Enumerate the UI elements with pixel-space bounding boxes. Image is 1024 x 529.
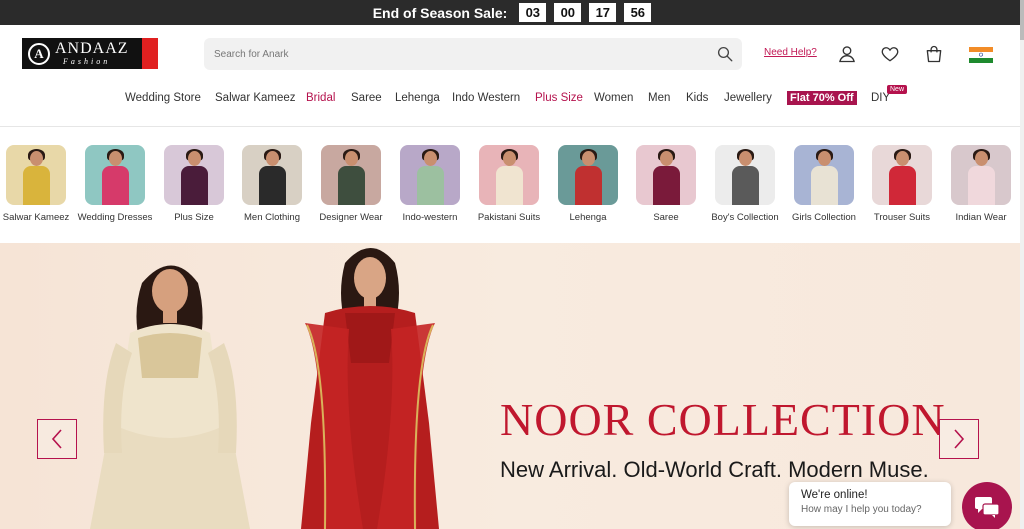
category-thumbnail <box>794 145 854 205</box>
main-navigation: Wedding Store Salwar Kameez Bridal Saree… <box>0 91 1024 110</box>
user-icon[interactable] <box>837 44 857 64</box>
category-label: Men Clothing <box>244 212 300 223</box>
nav-wedding-store[interactable]: Wedding Store <box>125 92 201 104</box>
nav-flat-70-off[interactable]: Flat 70% Off <box>787 91 857 105</box>
category-item[interactable]: Designer Wear <box>311 145 391 223</box>
chat-subtitle: How may I help you today? <box>801 504 922 515</box>
category-item[interactable]: Lehenga <box>548 145 628 223</box>
category-item[interactable]: Pakistani Suits <box>469 145 549 223</box>
category-thumbnail <box>715 145 775 205</box>
logo-name: ANDAAZ <box>55 40 129 57</box>
category-label: Lehenga <box>569 212 607 223</box>
brand-logo[interactable]: A ANDAAZ Fashion <box>22 38 158 69</box>
nav-bridal[interactable]: Bridal <box>306 92 335 104</box>
timer-days: 03 <box>519 3 547 22</box>
category-thumbnail <box>85 145 145 205</box>
chevron-right-icon <box>954 429 965 449</box>
nav-lehenga[interactable]: Lehenga <box>395 92 440 104</box>
category-label: Boy's Collection <box>711 212 779 223</box>
category-label: Saree <box>653 212 679 223</box>
category-item[interactable]: Indian Wear <box>941 145 1021 223</box>
india-flag-icon[interactable] <box>969 47 993 63</box>
category-thumbnail <box>872 145 932 205</box>
nav-women[interactable]: Women <box>594 92 633 104</box>
chat-greeting-bubble[interactable]: We're online! How may I help you today? <box>789 482 951 526</box>
category-thumbnail <box>400 145 460 205</box>
hero-model-image-right <box>301 248 439 529</box>
category-label: Wedding Dresses <box>77 212 153 223</box>
category-item[interactable]: Boy's Collection <box>705 145 785 223</box>
nav-kids[interactable]: Kids <box>686 92 708 104</box>
category-thumbnail <box>321 145 381 205</box>
timer-minutes: 17 <box>589 3 617 22</box>
hero-title: NOOR COLLECTION <box>500 394 946 445</box>
chevron-left-icon <box>51 429 62 449</box>
sale-label: End of Season Sale: <box>372 4 508 21</box>
category-label: Trouser Suits <box>873 212 931 223</box>
page-scrollbar[interactable] <box>1020 0 1024 529</box>
category-thumbnail <box>558 145 618 205</box>
category-label: Indo-western <box>402 212 458 223</box>
chat-icon <box>975 497 1000 518</box>
category-thumbnail <box>636 145 696 205</box>
search-input[interactable] <box>214 48 694 60</box>
hero-model-image-left <box>90 265 250 529</box>
chat-title: We're online! <box>801 489 868 501</box>
category-item[interactable]: Girls Collection <box>784 145 864 223</box>
category-item[interactable]: Saree <box>626 145 706 223</box>
nav-saree[interactable]: Saree <box>351 92 382 104</box>
category-thumbnail <box>164 145 224 205</box>
category-label: Girls Collection <box>792 212 856 223</box>
search-icon[interactable] <box>716 45 734 63</box>
nav-salwar-kameez[interactable]: Salwar Kameez <box>215 92 296 104</box>
category-label: Indian Wear <box>955 212 1007 223</box>
sale-banner: End of Season Sale: 03 00 17 56 <box>0 0 1024 25</box>
carousel-prev-button[interactable] <box>37 419 77 459</box>
nav-jewellery[interactable]: Jewellery <box>724 92 772 104</box>
category-thumbnail <box>6 145 66 205</box>
need-help-link[interactable]: Need Help? <box>764 47 817 58</box>
timer-hours: 00 <box>554 3 582 22</box>
hero-subtitle: New Arrival. Old-World Craft. Modern Mus… <box>500 457 929 482</box>
category-item[interactable]: Indo-western <box>390 145 470 223</box>
category-label: Designer Wear <box>319 212 383 223</box>
scrollbar-thumb[interactable] <box>1020 0 1024 40</box>
heart-icon[interactable] <box>880 44 900 64</box>
category-item[interactable]: Wedding Dresses <box>75 145 155 223</box>
category-label: Salwar Kameez <box>2 212 70 223</box>
nav-indo-western[interactable]: Indo Western <box>452 92 520 104</box>
carousel-next-button[interactable] <box>939 419 979 459</box>
category-item[interactable]: Salwar Kameez <box>0 145 76 223</box>
search-bar <box>204 38 742 70</box>
category-thumbnail <box>951 145 1011 205</box>
shopping-bag-icon[interactable] <box>924 44 944 64</box>
nav-plus-size[interactable]: Plus Size <box>535 92 583 104</box>
category-strip: Salwar Kameez Wedding Dresses Plus Size … <box>0 145 1024 230</box>
category-item[interactable]: Plus Size <box>154 145 234 223</box>
logo-tagline: Fashion <box>63 57 111 66</box>
timer-seconds: 56 <box>624 3 652 22</box>
category-thumbnail <box>242 145 302 205</box>
nav-men[interactable]: Men <box>648 92 670 104</box>
category-item[interactable]: Trouser Suits <box>862 145 942 223</box>
new-badge: New <box>887 85 908 94</box>
category-thumbnail <box>479 145 539 205</box>
header-divider <box>0 126 1024 127</box>
category-item[interactable]: Men Clothing <box>232 145 312 223</box>
category-label: Plus Size <box>174 212 214 223</box>
category-label: Pakistani Suits <box>477 212 541 223</box>
site-header: A ANDAAZ Fashion Need Help? <box>0 25 1024 85</box>
chat-launcher-button[interactable] <box>962 482 1012 529</box>
logo-monogram: A <box>28 42 50 65</box>
